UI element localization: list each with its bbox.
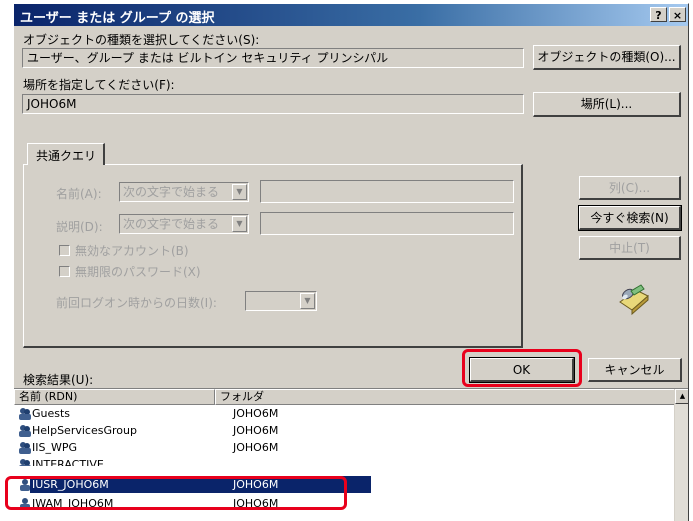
cancel-button[interactable]: キャンセル — [588, 358, 682, 382]
close-button[interactable]: × — [669, 7, 686, 22]
object-type-label: オブジェクトの種類を選択してください(S): — [23, 33, 260, 47]
search-results-label: 検索結果(U): — [23, 373, 94, 387]
locations-button[interactable]: 場所(L)... — [533, 92, 681, 117]
disabled-accounts-label: 無効なアカウント(B) — [75, 244, 189, 258]
group-icon — [19, 408, 31, 420]
columns-button[interactable]: 列(C)... — [579, 176, 681, 200]
list-item[interactable]: Guests JOHO6M — [14, 405, 674, 422]
chevron-down-icon: ▼ — [300, 293, 315, 309]
result-name: IIS_WPG — [32, 441, 78, 454]
description-match-combo[interactable]: 次の文字で始まる ▼ — [119, 214, 249, 234]
list-item[interactable]: INTERACTIVE — [14, 456, 674, 466]
group-icon — [19, 425, 31, 437]
object-types-button[interactable]: オブジェクトの種類(O)... — [533, 45, 681, 70]
name-text-input[interactable] — [260, 180, 514, 203]
list-item[interactable]: IIS_WPG JOHO6M — [14, 439, 674, 456]
name-match-value: 次の文字で始まる — [123, 185, 220, 199]
search-now-button[interactable]: 今すぐ検索(N) — [578, 205, 682, 231]
group-icon — [19, 442, 31, 454]
vertical-scrollbar[interactable]: ▲ — [674, 389, 688, 521]
selected-row-highlight-box — [5, 476, 347, 510]
location-label: 場所を指定してください(F): — [23, 78, 175, 92]
description-label: 説明(D): — [56, 220, 103, 234]
days-since-logon-label: 前回ログオン時からの日数(I): — [56, 296, 217, 310]
result-folder: JOHO6M — [233, 424, 279, 437]
chevron-down-icon: ▼ — [232, 216, 247, 232]
chevron-down-icon: ▼ — [232, 184, 247, 200]
description-text-input[interactable] — [260, 212, 514, 235]
disabled-accounts-checkbox[interactable] — [59, 245, 70, 256]
object-type-field: ユーザー、グループ または ビルトイン セキュリティ プリンシパル — [22, 48, 524, 68]
title-bar: ユーザー または グループ の選択 ? × — [14, 4, 688, 26]
window-title: ユーザー または グループ の選択 — [20, 11, 215, 26]
days-since-logon-combo[interactable]: ▼ — [245, 291, 317, 311]
description-match-value: 次の文字で始まる — [123, 217, 220, 231]
result-name: Guests — [32, 407, 71, 420]
result-folder: JOHO6M — [233, 441, 279, 454]
search-flashlight-icon — [619, 284, 649, 316]
scroll-up-icon[interactable]: ▲ — [675, 389, 688, 404]
column-header-name[interactable]: 名前 (RDN) — [14, 389, 215, 405]
column-header-folder[interactable]: フォルダ — [215, 389, 675, 405]
help-button[interactable]: ? — [650, 7, 667, 22]
list-item[interactable]: HelpServicesGroup JOHO6M — [14, 422, 674, 439]
result-folder: JOHO6M — [233, 407, 279, 420]
select-users-dialog: ユーザー または グループ の選択 ? × オブジェクトの種類を選択してください… — [13, 3, 689, 521]
name-match-combo[interactable]: 次の文字で始まる ▼ — [119, 182, 249, 202]
non-expiring-password-checkbox[interactable] — [59, 266, 70, 277]
group-icon — [19, 459, 31, 466]
ok-highlight-box — [462, 349, 582, 387]
result-name: HelpServicesGroup — [32, 424, 137, 437]
location-field: JOHO6M — [22, 94, 524, 114]
stop-button[interactable]: 中止(T) — [579, 236, 681, 260]
non-expiring-password-label: 無期限のパスワード(X) — [75, 265, 201, 279]
result-name: INTERACTIVE — [32, 458, 104, 466]
name-label: 名前(A): — [56, 187, 102, 201]
tab-common-queries-label: 共通クエリ — [36, 149, 97, 163]
tab-common-queries[interactable]: 共通クエリ — [27, 143, 105, 165]
